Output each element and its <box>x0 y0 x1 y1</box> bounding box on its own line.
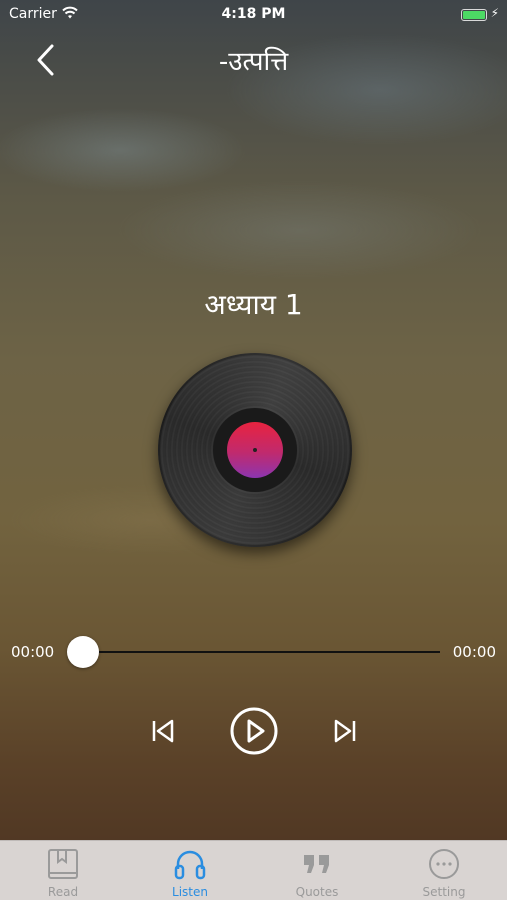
vinyl-record-artwork <box>158 353 352 547</box>
tab-read-label: Read <box>47 885 79 899</box>
progress-thumb[interactable] <box>67 636 99 668</box>
navigation-bar: -उत्पत्ति <box>0 30 507 90</box>
more-icon <box>429 849 459 879</box>
tab-setting-label: Setting <box>422 885 466 899</box>
status-time: 4:18 PM <box>221 6 286 22</box>
status-bar: Carrier 4:18 PM ⚡ <box>0 0 507 28</box>
tab-bar: Read Listen Quotes Setting <box>0 840 507 900</box>
battery-icon <box>461 9 487 21</box>
total-duration: 00:00 <box>452 643 496 661</box>
next-track-button[interactable] <box>332 718 358 744</box>
previous-track-button[interactable] <box>150 718 176 744</box>
book-icon <box>48 849 78 879</box>
tab-listen[interactable]: Listen <box>127 841 253 900</box>
chapter-title: अध्याय 1 <box>204 288 303 321</box>
charging-icon: ⚡ <box>490 6 499 20</box>
elapsed-time: 00:00 <box>11 643 55 661</box>
tab-quotes-label: Quotes <box>295 885 339 899</box>
tab-listen-label: Listen <box>172 885 208 899</box>
tab-setting[interactable]: Setting <box>381 841 507 900</box>
progress-track[interactable] <box>83 651 440 653</box>
record-spindle-hole <box>253 448 257 452</box>
play-button[interactable] <box>229 706 279 756</box>
headphones-icon <box>174 850 206 880</box>
page-title: -उत्पत्ति <box>218 47 289 77</box>
skip-next-icon <box>334 719 356 743</box>
playback-progress: 00:00 00:00 <box>0 636 507 668</box>
tab-read[interactable]: Read <box>0 841 126 900</box>
playback-controls <box>0 706 507 756</box>
tab-quotes[interactable]: Quotes <box>254 841 380 900</box>
skip-previous-icon <box>152 719 174 743</box>
quote-icon <box>304 855 329 873</box>
play-icon <box>230 707 278 755</box>
